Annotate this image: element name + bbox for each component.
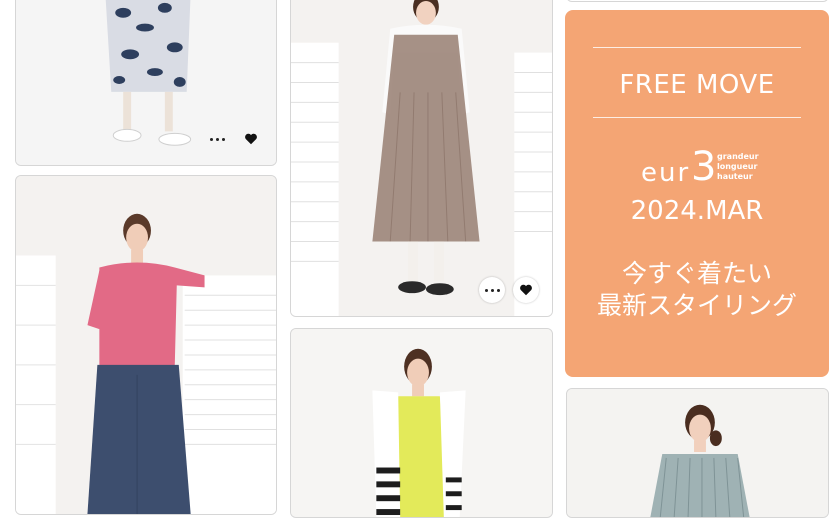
brand-tag: grandeur	[717, 152, 759, 161]
promo-banner[interactable]: FREE MOVE eur 3 grandeur longueur hauteu…	[565, 10, 829, 377]
look-photo-pink-blouse	[16, 176, 276, 514]
promo-rule-bottom	[593, 117, 801, 118]
brand-number: 3	[691, 144, 717, 190]
look-card-pink-blouse[interactable]	[15, 175, 277, 515]
brand-logo: eur 3 grandeur longueur hauteur	[565, 144, 829, 190]
promo-title: FREE MOVE	[619, 70, 775, 100]
look-photo-sheer-dress	[291, 0, 552, 316]
look-card-striped-cardigan[interactable]	[290, 328, 553, 518]
promo-date: 2024.MAR	[630, 196, 764, 226]
favorite-button[interactable]	[238, 126, 264, 152]
more-icon	[209, 137, 225, 141]
look-card-sheer-dress[interactable]	[290, 0, 553, 317]
brand-tag: hauteur	[717, 172, 753, 181]
more-options-button[interactable]	[479, 277, 505, 303]
look-card-top-partial[interactable]	[566, 0, 829, 2]
brand-tags: grandeur longueur hauteur	[717, 152, 759, 182]
heart-icon	[520, 284, 532, 296]
look-card-striped-shirt[interactable]	[566, 388, 829, 518]
more-options-button[interactable]	[204, 126, 230, 152]
promo-headline-line2: 最新スタイリング	[596, 291, 797, 320]
brand-tag: longueur	[717, 162, 758, 171]
heart-icon	[245, 133, 257, 145]
promo-rule-top	[593, 47, 801, 48]
promo-headline-line1: 今すぐ着たい	[621, 259, 772, 288]
favorite-button[interactable]	[513, 277, 539, 303]
more-icon	[484, 288, 500, 292]
look-card-floral-skirt[interactable]	[15, 0, 277, 166]
brand-name: eur	[641, 158, 691, 188]
look-photo-striped-shirt	[567, 389, 828, 517]
look-photo-striped-cardigan	[291, 329, 552, 517]
